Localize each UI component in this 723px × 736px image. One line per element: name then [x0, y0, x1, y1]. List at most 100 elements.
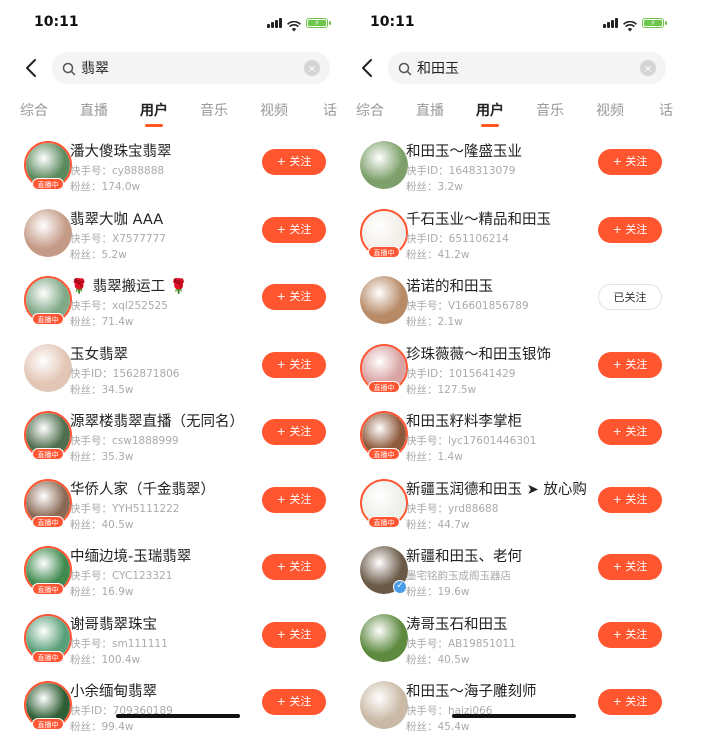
follow-button[interactable]: + 关注 [598, 351, 662, 378]
user-id: 快手号：yrd88688 [406, 502, 499, 515]
user-row[interactable]: 直播中 潘大傻珠宝翡翠 快手号：cy888888 粉丝：174.0w + 关注 [10, 128, 346, 196]
follow-button[interactable]: + 关注 [262, 689, 326, 715]
user-row[interactable]: 涛哥玉石和田玉 快手号：AB19851011 粉丝：40.5w + 关注 [346, 601, 682, 669]
user-id: 快手号：X7577777 [70, 232, 166, 245]
follow-button[interactable]: + 关注 [598, 419, 662, 445]
follow-button[interactable]: + 关注 [262, 216, 326, 243]
back-arrow-icon[interactable] [356, 56, 380, 80]
live-badge: 直播中 [368, 515, 400, 528]
user-id: 快手号：V16601856789 [406, 300, 529, 312]
follow-button[interactable]: + 关注 [262, 149, 326, 175]
user-name[interactable]: 和田玉籽料李掌柜 [406, 410, 522, 431]
follow-button[interactable]: + 关注 [262, 419, 326, 445]
user-avatar[interactable] [24, 208, 72, 257]
user-row[interactable]: 直播中 小余缅甸翡翠 快手ID：709360189 粉丝：99.4w + 关注 [10, 668, 346, 736]
search-input[interactable]: 和田玉 × [388, 52, 666, 84]
user-name[interactable]: 和田玉～隆盛玉业 [406, 140, 522, 161]
user-name[interactable]: 🌹 翡翠搬运工 🌹 [70, 275, 188, 296]
user-name[interactable]: 和田玉～海子雕刻师 [406, 680, 537, 701]
tab-0[interactable]: 综合 [20, 100, 48, 120]
tab-0[interactable]: 综合 [356, 100, 384, 120]
user-name[interactable]: 中缅边境-玉瑞翡翠 [70, 545, 191, 566]
follow-button[interactable]: + 关注 [262, 554, 326, 580]
follow-button[interactable]: + 关注 [262, 284, 326, 310]
signal-icon [603, 18, 618, 28]
user-row[interactable]: 直播中 中缅边境-玉瑞翡翠 快手号：CYC123321 粉丝：16.9w + 关注 [10, 533, 346, 601]
tab-5[interactable]: 话 [659, 100, 673, 120]
user-fans: 粉丝：44.7w [406, 518, 470, 531]
user-row[interactable]: 和田玉～海子雕刻师 快手号：haizi066 粉丝：45.4w + 关注 [346, 668, 682, 736]
user-name[interactable]: 华侨人家（千金翡翠） [70, 478, 215, 499]
user-avatar[interactable] [360, 141, 408, 189]
tab-4[interactable]: 视频 [260, 100, 288, 120]
user-row[interactable]: 直播中 新疆玉润德和田玉 ➤ 放心购快手号：yrd88688 粉丝：44.7w + 关… [346, 466, 682, 534]
user-name[interactable]: 玉女翡翠 [70, 343, 128, 364]
user-name[interactable]: 珍珠薇薇～和田玉银饰 [406, 343, 551, 364]
clear-icon[interactable]: × [304, 60, 320, 76]
user-name[interactable]: 谢哥翡翠珠宝 [70, 613, 157, 634]
tab-2[interactable]: 用户 [140, 100, 168, 127]
follow-button[interactable]: + 关注 [598, 216, 662, 243]
user-name[interactable]: 千石玉业～精品和田玉 [406, 208, 551, 229]
battery-icon: ⚡ [642, 18, 667, 28]
user-name[interactable]: 翡翠大咖 AAA [70, 208, 163, 229]
tab-5[interactable]: 话 [323, 100, 337, 120]
avatar-image [24, 208, 72, 257]
tab-3[interactable]: 音乐 [200, 100, 228, 120]
user-name[interactable]: 潘大傻珠宝翡翠 [70, 140, 172, 161]
back-arrow-icon[interactable] [20, 56, 44, 80]
clear-icon[interactable]: × [640, 60, 656, 76]
screen-hetian-search: 10:11 ⚡ 和田玉 × 综合 直播 用户 音乐 视频 话和田玉～隆盛玉业 快手ID：164831… [346, 0, 682, 736]
user-id: 快手号：YYH5111222 [70, 502, 180, 515]
user-row[interactable]: 直播中 谢哥翡翠珠宝 快手号：sm111111 粉丝：100.4w + 关注 [10, 601, 346, 669]
user-name[interactable]: 小余缅甸翡翠 [70, 680, 157, 701]
user-avatar[interactable] [360, 681, 408, 729]
follow-button[interactable]: + 关注 [598, 689, 662, 715]
tab-4[interactable]: 视频 [596, 100, 624, 120]
tab-1[interactable]: 直播 [416, 100, 444, 120]
tab-3[interactable]: 音乐 [536, 100, 564, 120]
user-id: 快手ID：1562871806 [70, 367, 180, 380]
user-fans: 粉丝：35.3w [70, 451, 134, 463]
user-name[interactable]: 新疆玉润德和田玉 ➤ 放心购 [406, 478, 587, 499]
following-button[interactable]: 已关注 [598, 284, 662, 310]
user-name[interactable]: 涛哥玉石和田玉 [406, 613, 508, 634]
user-fans: 粉丝：5.2w [70, 248, 127, 261]
user-row[interactable]: 直播中 千石玉业～精品和田玉 快手ID：651106214 粉丝：41.2w + 关注 [346, 196, 682, 264]
user-name[interactable]: 新疆和田玉、老何 [406, 545, 522, 566]
user-row[interactable]: 直播中 珍珠薇薇～和田玉银饰 快手ID：1015641429 粉丝：127.5w + 关… [346, 331, 682, 399]
follow-button[interactable]: + 关注 [598, 554, 662, 580]
follow-button[interactable]: + 关注 [262, 621, 326, 648]
wifi-icon [287, 17, 301, 32]
user-fans: 粉丝：40.5w [70, 518, 134, 531]
home-indicator [452, 714, 576, 718]
user-row[interactable]: 直播中 和田玉籽料李掌柜 快手号：lyc17601446301 粉丝：1.4w + 关注 [346, 398, 682, 466]
user-row[interactable]: 玉女翡翠快手ID：1562871806 粉丝：34.5w + 关注 [10, 331, 346, 399]
follow-button[interactable]: + 关注 [262, 486, 326, 513]
user-row[interactable]: 诺诺的和田玉 快手号：V16601856789 粉丝：2.1w 已关注 [346, 263, 682, 331]
user-row[interactable]: 翡翠大咖 AAA 快手号：X7577777 粉丝：5.2w + 关注 [10, 196, 346, 264]
user-fans: 粉丝：41.2w [406, 248, 470, 261]
user-name[interactable]: 诺诺的和田玉 [406, 275, 493, 296]
follow-button[interactable]: + 关注 [262, 351, 326, 378]
search-input[interactable]: 翡翠 × [52, 52, 330, 84]
user-avatar[interactable] [24, 343, 72, 392]
wifi-icon [623, 17, 637, 32]
user-row[interactable]: 直播中 源翠楼翡翠直播（无同名） 快手号：csw1888999 粉丝：35.3w + 关… [10, 398, 346, 466]
avatar-image [360, 276, 408, 324]
tab-2[interactable]: 用户 [476, 100, 504, 127]
user-row[interactable]: ✓ 新疆和田玉、老何 墨宅铭韵玉成阁玉器店 粉丝：19.6w + 关注 [346, 533, 682, 601]
follow-button[interactable]: + 关注 [598, 486, 662, 513]
user-avatar[interactable] [360, 276, 408, 324]
user-id: 快手号：cy888888 [70, 165, 165, 177]
user-row[interactable]: 和田玉～隆盛玉业 快手ID：1648313079 粉丝：3.2w + 关注 [346, 128, 682, 196]
user-fans: 粉丝：34.5w [70, 383, 134, 396]
live-badge: 直播中 [32, 583, 64, 595]
user-name[interactable]: 源翠楼翡翠直播（无同名） [70, 410, 244, 431]
user-avatar[interactable] [360, 613, 408, 662]
follow-button[interactable]: + 关注 [598, 149, 662, 175]
user-row[interactable]: 直播中 华侨人家（千金翡翠） 快手号：YYH5111222 粉丝：40.5w + 关注 [10, 466, 346, 534]
follow-button[interactable]: + 关注 [598, 621, 662, 648]
tab-1[interactable]: 直播 [80, 100, 108, 120]
user-row[interactable]: 直播中 🌹 翡翠搬运工 🌹 快手号：xql252525 粉丝：71.4w + 关注 [10, 263, 346, 331]
